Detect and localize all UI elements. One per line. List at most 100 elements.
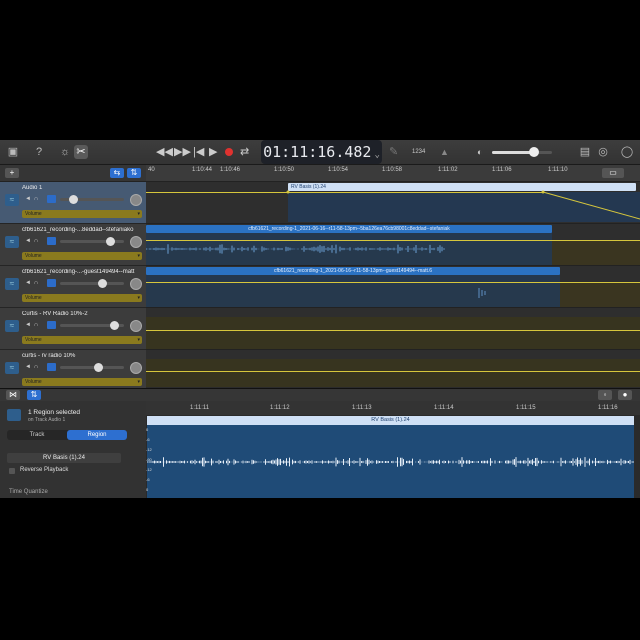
waveform-icon: ≈: [5, 194, 19, 206]
record-icon[interactable]: [225, 148, 233, 156]
track-header[interactable]: ≈ cfb61621_recording-...8eddad--stefaniak…: [0, 224, 146, 266]
editor-mode-icon[interactable]: ⋈: [6, 390, 20, 400]
automation-select[interactable]: Volume ▾: [22, 336, 142, 344]
track-header[interactable]: ≈ cfb61621_recording-...-guest149494--mat…: [0, 266, 146, 308]
track-lane-curtis[interactable]: [146, 350, 640, 387]
slider-knob[interactable]: [94, 363, 104, 372]
track-header[interactable]: ≈ Curtis - RV Radio 10%-2 ◄ ∩ Volume ▾: [0, 308, 146, 350]
automation-line[interactable]: [146, 330, 640, 331]
pan-knob[interactable]: [130, 236, 142, 248]
automation-select[interactable]: Volume ▾: [22, 294, 142, 302]
editor-waveform-area[interactable]: 1:11:11 1:11:12 1:11:13 1:11:14 1:11:15 …: [146, 401, 640, 498]
metronome-icon[interactable]: ▲: [440, 144, 449, 160]
editor-region-header[interactable]: RV Basis (1).24: [147, 416, 634, 425]
track-name[interactable]: Audio 1: [22, 185, 143, 191]
mute-icon[interactable]: ◄: [25, 238, 31, 244]
automation-select-label: Volume: [25, 211, 42, 217]
track-name[interactable]: Curtis - RV Radio 10%-2: [22, 311, 143, 317]
pan-knob[interactable]: [130, 320, 142, 332]
forward-icon[interactable]: ▶▶: [174, 144, 191, 160]
headphones-icon[interactable]: ∩: [34, 364, 40, 370]
region-name-field[interactable]: RV Basis (1).24: [7, 453, 121, 463]
headphones-icon[interactable]: ∩: [34, 322, 40, 328]
add-track-button[interactable]: +: [5, 168, 19, 178]
track-volume-slider[interactable]: [60, 363, 124, 372]
track-volume-slider[interactable]: [60, 195, 124, 204]
track-volume-slider[interactable]: [60, 279, 124, 288]
automation-toggle-icon[interactable]: [47, 279, 56, 287]
automation-line[interactable]: [146, 240, 640, 241]
catch-icon[interactable]: ⇆: [110, 168, 124, 178]
mute-icon[interactable]: ◄: [25, 196, 31, 202]
tuner-icon[interactable]: ✎: [389, 144, 398, 160]
track-name[interactable]: curtis - rv radio 10%: [22, 353, 143, 359]
automation-line[interactable]: [146, 282, 640, 283]
automation-toggle-icon[interactable]: [47, 237, 56, 245]
editor-ruler[interactable]: 1:11:11 1:11:12 1:11:13 1:11:14 1:11:15 …: [146, 401, 640, 415]
track-header[interactable]: ≈ curtis - rv radio 10% ◄ ∩ Volume ▾: [0, 350, 146, 392]
track-lane-audio-1[interactable]: RV Basis (1).24: [146, 182, 640, 224]
track-name[interactable]: cfb61621_recording-...8eddad--stefaniako: [22, 227, 143, 233]
chevron-down-icon: ▾: [137, 253, 140, 259]
headphones-icon[interactable]: ∩: [34, 280, 40, 286]
automation-select[interactable]: Volume ▾: [22, 378, 142, 386]
region-stefaniak[interactable]: cfb61621_recording-1_2021-06-16--r11-58-…: [146, 225, 552, 233]
mute-icon[interactable]: ◄: [25, 322, 31, 328]
automation-toggle-icon[interactable]: [47, 363, 56, 371]
automation-select[interactable]: Volume ▾: [22, 252, 142, 260]
help-icon[interactable]: ?: [32, 145, 46, 159]
smart-controls-icon[interactable]: ⇅: [127, 168, 141, 178]
garageband-window: ▣ ? ☼ ✂ ◀◀ ▶▶ |◀ ▶ ⇄ 01:11:16.482 ⌄ ✎ 123…: [0, 140, 640, 498]
slider-knob[interactable]: [97, 279, 107, 288]
rewind-icon[interactable]: ◀◀: [156, 144, 173, 160]
ruler-tick: 1:10:44: [192, 167, 213, 173]
library-icon[interactable]: ▣: [6, 145, 20, 159]
pan-knob[interactable]: [130, 194, 142, 206]
track-header[interactable]: ≈ Audio 1 ◄ ∩ Volume ▾: [0, 182, 146, 224]
count-in-icon[interactable]: 1234: [412, 144, 425, 160]
loops-icon[interactable]: ◎: [596, 145, 610, 159]
automation-toggle-icon[interactable]: [47, 321, 56, 329]
zoom-button[interactable]: ▭: [602, 168, 624, 178]
mute-icon[interactable]: ◄: [25, 364, 31, 370]
track-volume-slider[interactable]: [60, 321, 124, 330]
lcd-display[interactable]: 01:11:16.482 ⌄: [261, 140, 382, 164]
editor-zoom-icon[interactable]: ◦: [598, 390, 612, 400]
automation-ramp[interactable]: [146, 182, 640, 223]
tab-region[interactable]: Region: [67, 430, 127, 440]
pan-knob[interactable]: [130, 278, 142, 290]
region-matt[interactable]: cfb61621_recording-1_2021-06-16--r11-58-…: [146, 267, 560, 275]
browser-icon[interactable]: ◯: [620, 145, 634, 159]
notepad-icon[interactable]: ▤: [578, 145, 592, 159]
editor-catch-icon[interactable]: ⇅: [27, 390, 41, 400]
play-icon[interactable]: ▶: [209, 144, 217, 160]
track-name[interactable]: cfb61621_recording-...-guest149494--matt: [22, 269, 143, 275]
track-volume-slider[interactable]: [60, 237, 124, 246]
chevron-down-icon[interactable]: ⌄: [374, 150, 379, 160]
editor-zoom-slider[interactable]: ●: [618, 390, 632, 400]
reverse-playback-label: Reverse Playback: [20, 467, 69, 473]
headphones-icon[interactable]: ∩: [34, 238, 40, 244]
headphones-icon[interactable]: ∩: [34, 196, 40, 202]
cycle-icon[interactable]: ⇄: [240, 144, 249, 160]
pan-knob[interactable]: [130, 362, 142, 374]
track-lane-stefaniak[interactable]: cfb61621_recording-1_2021-06-16--r11-58-…: [146, 224, 640, 266]
track-lane-curtis-2[interactable]: [146, 308, 640, 350]
slider-knob[interactable]: [68, 195, 78, 204]
reverse-playback-checkbox[interactable]: [9, 468, 15, 474]
slider-knob[interactable]: [110, 321, 120, 330]
automation-select[interactable]: Volume ▾: [22, 210, 142, 218]
timeline-ruler[interactable]: 40 1:10:44 1:10:46 1:10:50 1:10:54 1:10:…: [146, 165, 640, 182]
settings-icon[interactable]: ☼: [58, 145, 72, 159]
to-start-icon[interactable]: |◀: [193, 144, 204, 160]
scissors-icon[interactable]: ✂: [74, 145, 88, 159]
automation-toggle-icon[interactable]: [47, 195, 56, 203]
arrange-area[interactable]: 40 1:10:44 1:10:46 1:10:50 1:10:54 1:10:…: [146, 165, 640, 387]
automation-line[interactable]: [146, 371, 640, 372]
ruler-tick: 1:11:13: [352, 405, 372, 411]
slider-knob[interactable]: [105, 237, 115, 246]
mute-icon[interactable]: ◄: [25, 280, 31, 286]
track-lane-matt[interactable]: cfb61621_recording-1_2021-06-16--r11-58-…: [146, 266, 640, 308]
tab-track[interactable]: Track: [7, 430, 67, 440]
master-volume-slider[interactable]: [492, 147, 552, 157]
